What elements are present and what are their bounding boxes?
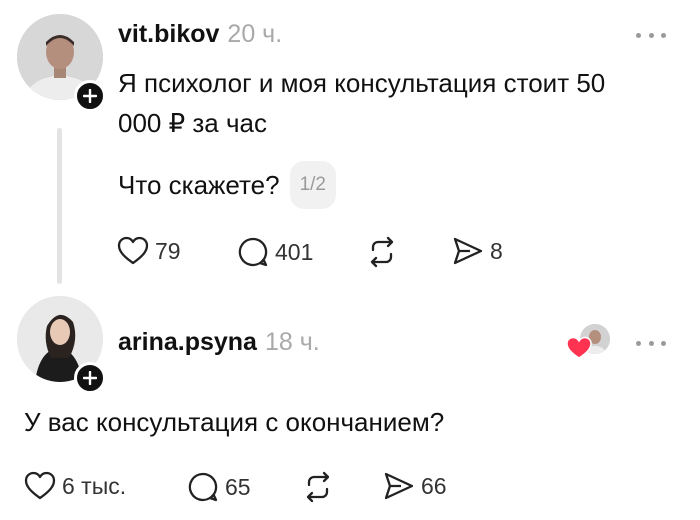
post-text-line: У вас консультация с окончанием? [24,407,445,437]
replies-count: 401 [275,238,314,265]
username[interactable]: arina.psyna [118,328,257,356]
likes-count: 79 [155,237,181,264]
post-text: У вас консультация с окончанием? [24,402,444,442]
shares-count: 66 [421,472,447,499]
comment-bubble-icon [188,472,218,502]
timestamp: 18 ч. [264,328,320,356]
liked-by-author-indicator [566,324,612,364]
send-icon [453,237,483,265]
plus-icon [83,371,97,385]
replies-count: 65 [225,473,251,500]
post-header: vit.bikov 20 ч. [118,20,282,49]
plus-icon [83,89,97,103]
repost-button[interactable] [366,236,398,268]
share-button[interactable]: 66 [383,471,447,501]
page-indicator: 1/2 [289,161,336,209]
follow-button[interactable] [74,80,106,112]
post-header: arina.psyna 18 ч. [118,328,320,357]
post-text-line: 000 ₽ за час [118,108,267,138]
more-options-button[interactable] [636,30,666,40]
reply-button[interactable]: 401 [237,236,313,268]
post-text-line: Я психолог и моя консультация стоит 50 [118,68,606,98]
likes-count: 6 тыс. [62,472,127,499]
repost-icon [370,236,394,268]
post-text: Я психолог и моя консультация стоит 50 0… [118,63,678,143]
heart-icon [24,471,56,500]
more-options-button[interactable] [636,338,666,348]
shares-count: 8 [490,237,503,264]
username[interactable]: vit.bikov [118,20,219,48]
post-text-question: Что скажете? 1/2 [118,161,336,209]
red-heart-icon [566,336,592,359]
send-icon [384,472,414,500]
repost-icon [306,471,330,503]
share-button[interactable]: 8 [452,236,503,266]
timestamp: 20 ч. [227,20,283,48]
thread-connector [57,128,62,284]
repost-button[interactable] [302,471,334,503]
heart-icon [117,236,149,265]
reply-button[interactable]: 65 [187,471,251,503]
like-button[interactable]: 6 тыс. [24,471,126,501]
post-text-line: Что скажете? [118,170,280,200]
like-button[interactable]: 79 [117,236,181,266]
comment-bubble-icon [238,237,268,267]
follow-button[interactable] [74,362,106,394]
